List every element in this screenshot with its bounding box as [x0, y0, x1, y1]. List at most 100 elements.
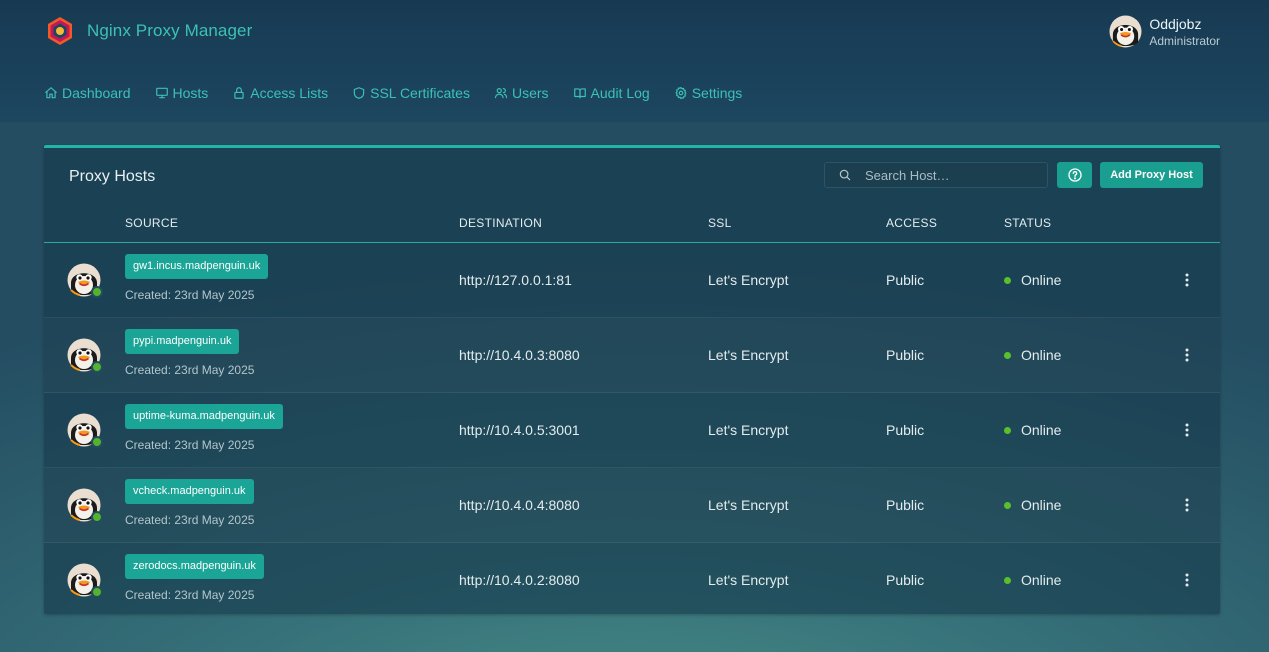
user-menu[interactable]: Oddjobz Administrator [1109, 15, 1220, 48]
monitor-icon [155, 87, 168, 99]
nav-audit-log-label: Audit Log [590, 85, 650, 101]
proxy-hosts-card: Proxy Hosts Add Proxy Host SOURCE DESTIN… [44, 145, 1220, 614]
column-status[interactable]: STATUS [1004, 216, 1051, 230]
column-ssl[interactable]: SSL [708, 216, 732, 230]
status-label: Online [1021, 572, 1062, 588]
table-row: vcheck.madpenguin.uk Created: 23rd May 2… [44, 468, 1220, 543]
destination: http://10.4.0.4:8080 [459, 497, 580, 513]
status-label: Online [1021, 422, 1062, 438]
online-indicator [91, 511, 103, 523]
access-level: Public [886, 572, 925, 588]
nav-audit-log[interactable]: Audit Log [573, 85, 650, 101]
nav-dashboard[interactable]: Dashboard [44, 85, 131, 101]
destination: http://10.4.0.2:8080 [459, 572, 580, 588]
status-label: Online [1021, 497, 1062, 513]
table-row: uptime-kuma.madpenguin.uk Created: 23rd … [44, 393, 1220, 468]
app-title: Nginx Proxy Manager [87, 21, 253, 40]
nav-hosts[interactable]: Hosts [155, 85, 209, 101]
status-dot [1004, 276, 1011, 284]
status: Online [1004, 272, 1061, 288]
source-domain-badge[interactable]: vcheck.madpenguin.uk [125, 479, 254, 504]
host-avatar [67, 488, 103, 523]
host-avatar [67, 263, 103, 298]
column-access[interactable]: ACCESS [886, 216, 937, 230]
destination: http://127.0.0.1:81 [459, 272, 572, 288]
help-button[interactable] [1057, 162, 1092, 188]
source-domain-badge[interactable]: zerodocs.madpenguin.uk [125, 554, 264, 579]
row-actions-button[interactable] [1179, 571, 1195, 589]
user-avatar [1109, 15, 1142, 48]
row-actions-button[interactable] [1179, 421, 1195, 439]
source-domain-badge[interactable]: gw1.incus.madpenguin.uk [125, 254, 269, 279]
nav-users[interactable]: Users [494, 85, 549, 101]
access-level: Public [886, 272, 925, 288]
table-row: gw1.incus.madpenguin.uk Created: 23rd Ma… [44, 243, 1220, 318]
nav-access-lists-label: Access Lists [250, 85, 329, 101]
online-indicator [91, 586, 103, 598]
lock-icon [234, 87, 244, 99]
status-dot [1004, 426, 1011, 434]
more-vertical-icon [1185, 273, 1189, 287]
access-level: Public [886, 422, 925, 438]
more-vertical-icon [1185, 498, 1189, 512]
user-role: Administrator [1149, 33, 1220, 48]
user-name: Oddjobz [1149, 15, 1202, 32]
brand[interactable]: Nginx Proxy Manager [45, 16, 252, 46]
more-vertical-icon [1185, 423, 1189, 437]
nav-users-label: Users [511, 85, 549, 101]
search-input[interactable] [865, 167, 1035, 183]
card-title: Proxy Hosts [69, 168, 156, 185]
shield-icon [353, 87, 365, 99]
ssl-provider: Let's Encrypt [708, 497, 789, 513]
add-proxy-host-button[interactable]: Add Proxy Host [1100, 162, 1203, 188]
search-icon [839, 169, 851, 181]
top-header: Nginx Proxy Manager Oddjobz Administrato… [0, 0, 1269, 122]
row-actions-button[interactable] [1179, 346, 1195, 364]
destination: http://10.4.0.5:3001 [459, 422, 580, 438]
ssl-provider: Let's Encrypt [708, 272, 789, 288]
nav-ssl-certificates[interactable]: SSL Certificates [352, 85, 470, 101]
table-row: pypi.madpenguin.uk Created: 23rd May 202… [44, 318, 1220, 393]
status: Online [1004, 422, 1061, 438]
more-vertical-icon [1185, 573, 1189, 587]
users-icon [494, 88, 508, 99]
nav-settings[interactable]: Settings [674, 85, 743, 101]
row-actions-button[interactable] [1179, 496, 1195, 514]
nav-settings-label: Settings [691, 85, 743, 101]
status-label: Online [1021, 272, 1062, 288]
host-avatar [67, 413, 103, 448]
created-date: Created: 23rd May 2025 [125, 363, 255, 377]
column-source[interactable]: SOURCE [125, 216, 178, 230]
nav-hosts-label: Hosts [172, 85, 209, 101]
column-destination[interactable]: DESTINATION [459, 216, 542, 230]
ssl-provider: Let's Encrypt [708, 572, 789, 588]
table-header: SOURCE DESTINATION SSL ACCESS STATUS [44, 208, 1220, 243]
online-indicator [91, 286, 103, 298]
status: Online [1004, 347, 1061, 363]
source-domain-badge[interactable]: uptime-kuma.madpenguin.uk [125, 404, 283, 429]
access-level: Public [886, 347, 925, 363]
home-icon [45, 87, 57, 99]
host-avatar [67, 563, 103, 598]
ssl-provider: Let's Encrypt [708, 347, 789, 363]
status-dot [1004, 351, 1011, 359]
nav-access-lists[interactable]: Access Lists [232, 85, 328, 101]
online-indicator [91, 361, 103, 373]
search-box[interactable] [824, 162, 1048, 188]
gear-icon [675, 86, 687, 100]
status-label: Online [1021, 347, 1062, 363]
help-icon [1067, 168, 1082, 182]
ssl-provider: Let's Encrypt [708, 422, 789, 438]
status: Online [1004, 497, 1061, 513]
table-row: zerodocs.madpenguin.uk Created: 23rd May… [44, 543, 1220, 618]
source-domain-badge[interactable]: pypi.madpenguin.uk [125, 329, 240, 354]
main-nav: Dashboard Hosts Access Lists SSL Certifi… [44, 85, 766, 101]
created-date: Created: 23rd May 2025 [125, 513, 255, 527]
status-dot [1004, 501, 1011, 509]
status-dot [1004, 576, 1011, 584]
online-indicator [91, 436, 103, 448]
row-actions-button[interactable] [1179, 271, 1195, 289]
nav-ssl-certificates-label: SSL Certificates [370, 85, 470, 101]
nav-dashboard-label: Dashboard [62, 85, 131, 101]
created-date: Created: 23rd May 2025 [125, 588, 255, 602]
